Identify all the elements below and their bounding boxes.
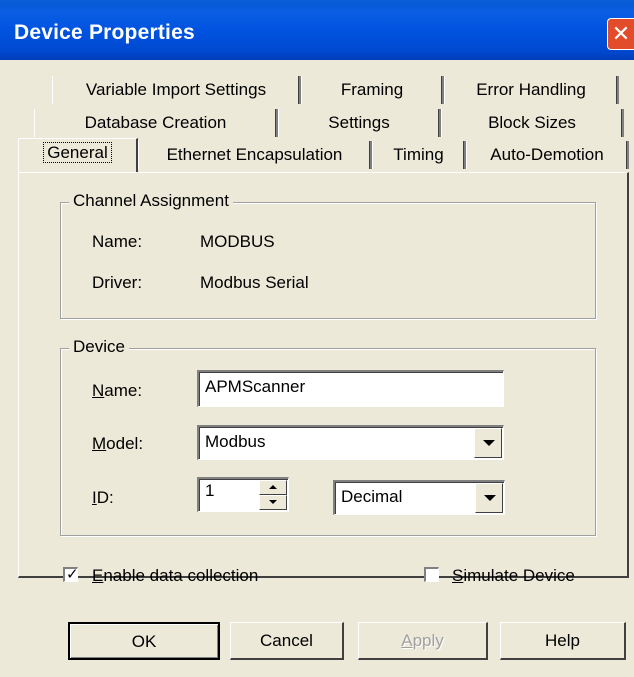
channel-name-value: MODBUS bbox=[200, 232, 275, 251]
device-id-label: ID: bbox=[92, 488, 114, 507]
window-title: Device Properties bbox=[14, 21, 195, 44]
tab-error-handling[interactable]: Error Handling bbox=[444, 76, 619, 104]
channel-driver-value: Modbus Serial bbox=[200, 273, 309, 292]
channel-name-label: Name: bbox=[92, 232, 143, 251]
id-format-select[interactable]: Decimal bbox=[333, 480, 505, 515]
close-button[interactable]: ✕ bbox=[607, 18, 634, 50]
enable-data-collection-label[interactable]: Enable data collection bbox=[92, 566, 258, 586]
help-button[interactable]: Help bbox=[500, 622, 626, 660]
channel-assignment-legend: Channel Assignment bbox=[69, 191, 233, 211]
device-name-value: APMScanner bbox=[205, 377, 306, 396]
ok-button[interactable]: OK bbox=[68, 622, 220, 660]
tab-ethernet-encapsulation[interactable]: Ethernet Encapsulation bbox=[138, 141, 372, 169]
enable-data-collection-checkbox[interactable]: ✓ bbox=[63, 566, 79, 583]
cancel-button[interactable]: Cancel bbox=[230, 622, 344, 660]
chevron-down-icon[interactable] bbox=[474, 428, 502, 458]
tab-row-2: Database Creation Settings Block Sizes bbox=[34, 109, 624, 138]
simulate-device-label[interactable]: Simulate Device bbox=[452, 566, 575, 586]
chevron-down-icon[interactable] bbox=[475, 483, 503, 513]
id-format-value: Decimal bbox=[341, 487, 403, 506]
device-name-input[interactable]: APMScanner bbox=[197, 370, 504, 407]
title-bar: Device Properties ✕ bbox=[0, 0, 634, 60]
simulate-device-checkbox[interactable] bbox=[424, 567, 439, 582]
check-icon: ✓ bbox=[66, 566, 79, 583]
tab-general[interactable]: General bbox=[18, 138, 138, 172]
channel-driver-label: Driver: bbox=[92, 273, 143, 292]
spin-up-icon[interactable] bbox=[259, 480, 287, 495]
channel-assignment-group: Channel Assignment bbox=[60, 191, 596, 319]
device-name-label: Name: bbox=[92, 381, 143, 400]
tab-auto-demotion[interactable]: Auto-Demotion bbox=[466, 141, 629, 169]
tab-database-creation[interactable]: Database Creation bbox=[34, 109, 278, 137]
apply-button[interactable]: Apply bbox=[358, 622, 488, 660]
device-legend: Device bbox=[69, 337, 129, 357]
device-model-select[interactable]: Modbus bbox=[197, 425, 504, 460]
device-id-value: 1 bbox=[205, 481, 215, 500]
device-model-value: Modbus bbox=[205, 432, 266, 451]
tab-general-label: General bbox=[43, 142, 112, 163]
tab-settings[interactable]: Settings bbox=[278, 109, 441, 137]
tab-framing[interactable]: Framing bbox=[301, 76, 444, 104]
tab-row-3: General Ethernet Encapsulation Timing Au… bbox=[18, 138, 630, 172]
tab-row-1: Variable Import Settings Framing Error H… bbox=[52, 76, 632, 105]
spin-down-icon[interactable] bbox=[259, 495, 287, 510]
tab-timing[interactable]: Timing bbox=[372, 141, 466, 169]
tab-variable-import-settings[interactable]: Variable Import Settings bbox=[52, 76, 301, 104]
device-id-input[interactable]: 1 bbox=[197, 477, 289, 512]
device-model-label: Model: bbox=[92, 434, 144, 453]
close-icon: ✕ bbox=[611, 21, 631, 46]
tab-block-sizes[interactable]: Block Sizes bbox=[441, 109, 624, 137]
